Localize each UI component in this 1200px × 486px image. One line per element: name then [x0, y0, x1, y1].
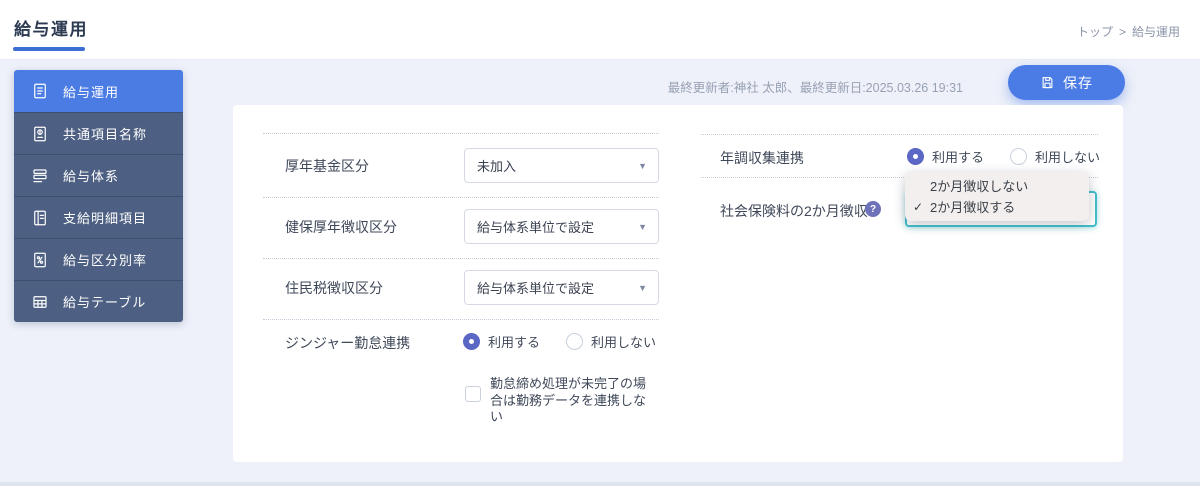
- bottom-edge: [0, 482, 1200, 486]
- payslip-items-icon: [31, 209, 49, 227]
- pension-fund-select-value: 未加入: [477, 159, 517, 174]
- sidebar-item-label: 給与体系: [63, 169, 120, 184]
- salary-table-icon: [31, 293, 49, 311]
- chevron-down-icon: ▼: [638, 282, 647, 293]
- top-header: 給与運用 トップ > 給与運用: [0, 0, 1200, 60]
- year-end-link-label: 年調収集連携: [720, 150, 804, 166]
- sidebar-item-salary-category-rate[interactable]: 給与区分別率: [14, 238, 183, 280]
- attendance-link-radio-use[interactable]: [463, 333, 480, 350]
- year-end-link-radio-no-use[interactable]: [1010, 148, 1028, 165]
- attendance-checkbox[interactable]: [465, 386, 481, 402]
- settings-panel: 厚年基金区分 未加入 ▼ 健保厚年徴収区分 給与体系単位で設定 ▼ 住民税徴収区…: [233, 105, 1123, 462]
- attendance-link-radio-no-use-label[interactable]: 利用しない: [591, 332, 656, 351]
- last-updated-text: 最終更新者:神社 太郎、最終更新日:2025.03.26 19:31: [667, 81, 963, 95]
- separator: [263, 258, 659, 259]
- separator: [263, 133, 659, 134]
- health-pension-select-value: 給与体系単位で設定: [477, 220, 595, 235]
- dropdown-option-collect-selected[interactable]: ✓ 2か月徴収する: [905, 196, 1089, 217]
- payroll-settings-page: 給与運用 トップ > 給与運用 給与運用 共通項目名称 給与体系 支給明細項目 …: [0, 0, 1200, 486]
- salary-structure-icon: [31, 167, 49, 185]
- year-end-link-radio-no-use-label[interactable]: 利用しない: [1035, 147, 1100, 166]
- year-end-link-radio-use[interactable]: [907, 148, 924, 165]
- separator: [701, 134, 1098, 135]
- sidebar-item-label: 給与区分別率: [63, 253, 148, 268]
- separator: [263, 319, 659, 320]
- sidebar-item-label: 共通項目名称: [63, 127, 148, 142]
- dropdown-option-no-collect[interactable]: 2か月徴収しない: [905, 175, 1089, 196]
- sidebar-item-label: 給与運用: [63, 84, 120, 100]
- resident-tax-select-value: 給与体系単位で設定: [477, 281, 595, 296]
- breadcrumb-home-link[interactable]: トップ: [1077, 25, 1113, 39]
- breadcrumb-current: 給与運用: [1131, 25, 1180, 39]
- two-month-collection-label: 社会保険料の2か月徴収: [720, 203, 868, 219]
- salary-category-rate-icon: [31, 251, 49, 269]
- health-pension-select[interactable]: 給与体系単位で設定 ▼: [464, 209, 659, 244]
- sidebar-item-payslip-items[interactable]: 支給明細項目: [14, 196, 183, 238]
- breadcrumb: トップ > 給与運用: [1077, 23, 1180, 40]
- resident-tax-label: 住民税徴収区分: [285, 280, 383, 296]
- sidebar-item-payroll-operation[interactable]: 給与運用: [14, 70, 183, 112]
- attendance-link-radio-use-label[interactable]: 利用する: [488, 332, 540, 351]
- pension-fund-select[interactable]: 未加入 ▼: [464, 148, 659, 183]
- year-end-link-radio-group: 利用する 利用しない: [907, 147, 1100, 166]
- attendance-checkbox-label[interactable]: 勤怠締め処理が未完了の場合は勤務データを連携しない: [490, 376, 654, 426]
- checkmark-icon: ✓: [913, 199, 924, 214]
- year-end-link-radio-use-label[interactable]: 利用する: [932, 147, 984, 166]
- sidebar-item-salary-table[interactable]: 給与テーブル: [14, 280, 183, 322]
- page-title: 給与運用: [14, 20, 88, 39]
- health-pension-label: 健保厚年徴収区分: [285, 219, 397, 235]
- sidebar-item-common-item-names[interactable]: 共通項目名称: [14, 112, 183, 154]
- common-item-names-icon: [31, 125, 49, 143]
- breadcrumb-separator: >: [1118, 25, 1126, 39]
- attendance-link-radio-no-use[interactable]: [566, 333, 584, 350]
- sidebar: 給与運用 共通項目名称 給与体系 支給明細項目 給与区分別率 給与テーブル: [14, 70, 183, 322]
- save-button-label: 保存: [1063, 74, 1093, 91]
- attendance-checkbox-row: 勤怠締め処理が未完了の場合は勤務データを連携しない: [465, 376, 654, 426]
- chevron-down-icon: ▼: [638, 160, 647, 171]
- sidebar-item-salary-structure[interactable]: 給与体系: [14, 154, 183, 196]
- attendance-link-radio-group: 利用する 利用しない: [463, 332, 656, 351]
- dropdown-option-label: 2か月徴収しない: [930, 179, 1029, 194]
- attendance-link-label: ジンジャー勤怠連携: [285, 335, 411, 351]
- floppy-disk-icon: [1042, 76, 1053, 89]
- chevron-down-icon: ▼: [638, 221, 647, 232]
- pension-fund-label: 厚年基金区分: [285, 158, 369, 174]
- question-mark-icon[interactable]: ?: [865, 201, 881, 217]
- payroll-operation-icon: [31, 82, 49, 100]
- sidebar-item-label: 給与テーブル: [63, 295, 147, 310]
- two-month-collection-dropdown: 2か月徴収しない ✓ 2か月徴収する: [905, 172, 1089, 221]
- resident-tax-select[interactable]: 給与体系単位で設定 ▼: [464, 270, 659, 305]
- title-underline: [13, 47, 85, 51]
- sidebar-item-label: 支給明細項目: [63, 211, 148, 226]
- dropdown-option-label: 2か月徴収する: [930, 200, 1016, 215]
- save-button[interactable]: 保存: [1008, 65, 1125, 100]
- separator: [263, 197, 659, 198]
